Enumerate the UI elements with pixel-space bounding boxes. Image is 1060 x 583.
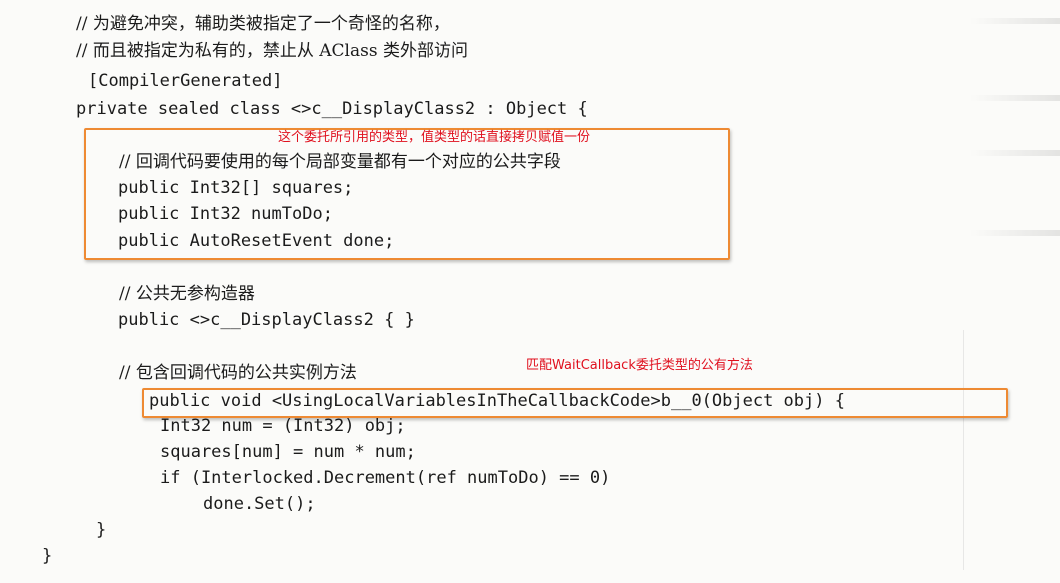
comment-line-fields: // 回调代码要使用的每个局部变量都有一个对应的公共字段 [119,152,561,172]
field-squares-line: public Int32[] squares; [118,178,354,198]
field-numtodo-line: public Int32 numToDo; [118,204,333,224]
comment-line-ctor: // 公共无参构造器 [119,284,255,304]
page-bleed [970,150,1060,156]
comment-line-name: // 为避免冲突，辅助类被指定了一个奇怪的名称， [76,14,450,34]
field-done-line: public AutoResetEvent done; [118,231,395,251]
fields-annotation-label: 这个委托所引用的类型，值类型的话直接拷贝赋值一份 [278,130,591,145]
statement-square-line: squares[num] = num * num; [160,442,416,462]
statement-if-line: if (Interlocked.Decrement(ref numToDo) =… [160,468,611,488]
method-declaration-line: public void <UsingLocalVariablesInTheCal… [149,391,845,411]
comment-line-private: // 而且被指定为私有的，禁止从 AClass 类外部访问 [76,41,468,61]
code-page: { "code": { "comment_name": "// 为避免冲突，辅助… [0,0,1060,583]
statement-cast-line: Int32 num = (Int32) obj; [160,416,406,436]
page-bleed [970,230,1060,236]
statement-set-line: done.Set(); [203,494,316,514]
page-bleed [970,95,1060,101]
method-close-brace: } [96,520,107,540]
page-bleed-rule [963,330,964,570]
method-annotation-label: 匹配WaitCallback委托类型的公有方法 [526,358,753,373]
class-declaration-line: private sealed class <>c__DisplayClass2 … [76,99,588,119]
attribute-line: [CompilerGenerated] [88,71,283,91]
comment-line-method: // 包含回调代码的公共实例方法 [119,363,357,383]
page-bleed [970,18,1060,24]
constructor-line: public <>c__DisplayClass2 { } [118,310,415,330]
class-close-brace: } [42,546,53,566]
